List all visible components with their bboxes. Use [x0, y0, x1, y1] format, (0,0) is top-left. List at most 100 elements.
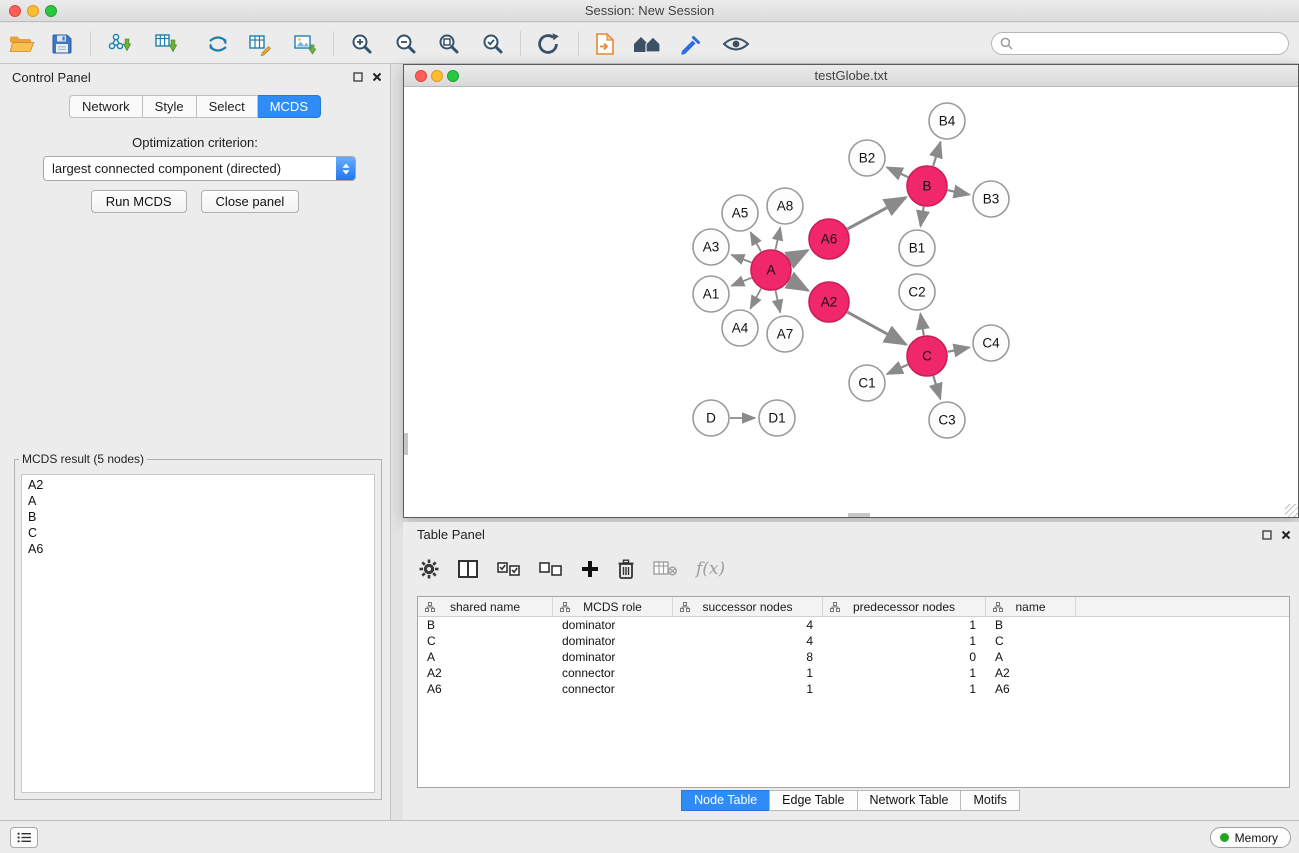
node-D1[interactable]: D1 — [759, 400, 795, 436]
node-C2[interactable]: C2 — [899, 274, 935, 310]
edge-A-A6[interactable] — [790, 250, 808, 260]
tab-network-table[interactable]: Network Table — [857, 790, 962, 811]
layout-presets-icon[interactable] — [630, 27, 664, 61]
show-panels-button[interactable] — [10, 827, 38, 848]
save-session-icon[interactable] — [45, 27, 79, 61]
network-canvas[interactable]: B4 B2 B B3 A8A5 A6 A3 B1 A C2 A1 A2 A4A7 C4 C C1 C3 D D1 — [404, 87, 1298, 517]
column-header-name[interactable]: name — [986, 597, 1076, 616]
node-A5[interactable]: A5 — [722, 195, 758, 231]
column-header-shared-name[interactable]: shared name — [418, 597, 553, 616]
node-A2[interactable]: A2 — [809, 282, 849, 322]
tab-mcds[interactable]: MCDS — [258, 95, 321, 118]
node-A3[interactable]: A3 — [693, 229, 729, 265]
memory-button[interactable]: Memory — [1210, 827, 1291, 848]
zoom-selected-icon[interactable] — [476, 27, 510, 61]
edge-A-A2[interactable] — [789, 280, 808, 290]
edge-B-B3[interactable] — [948, 190, 970, 194]
table-settings-icon[interactable] — [419, 559, 439, 579]
run-mcds-button[interactable]: Run MCDS — [91, 190, 187, 213]
result-item[interactable]: B — [22, 509, 374, 525]
edge-A-A1[interactable] — [731, 278, 751, 286]
tab-network[interactable]: Network — [69, 95, 143, 118]
deselect-all-icon[interactable] — [539, 562, 562, 577]
optimization-criterion-select[interactable]: largest connected component (directed) — [43, 156, 356, 181]
edge-B-B1[interactable] — [921, 207, 924, 227]
edit-table-icon[interactable] — [243, 27, 277, 61]
edge-B-B4[interactable] — [933, 142, 940, 166]
column-header-mcds-role[interactable]: MCDS role — [553, 597, 673, 616]
edge-A-A3[interactable] — [732, 255, 752, 263]
zoom-fit-icon[interactable] — [432, 27, 466, 61]
tab-motifs[interactable]: Motifs — [960, 790, 1019, 811]
export-network-icon[interactable] — [588, 27, 622, 61]
tab-style[interactable]: Style — [143, 95, 197, 118]
vertical-scroll-thumb[interactable] — [404, 433, 408, 455]
close-table-panel-icon[interactable] — [1281, 530, 1291, 540]
import-network-icon[interactable] — [103, 27, 137, 61]
node-B1[interactable]: B1 — [899, 230, 935, 266]
edge-B-B2[interactable] — [887, 167, 908, 177]
delete-table-icon[interactable] — [653, 561, 677, 577]
node-B4[interactable]: B4 — [929, 103, 965, 139]
tab-select[interactable]: Select — [197, 95, 258, 118]
float-panel-icon[interactable] — [353, 72, 363, 82]
node-C4[interactable]: C4 — [973, 325, 1009, 361]
tab-edge-table[interactable]: Edge Table — [769, 790, 857, 811]
result-item[interactable]: C — [22, 525, 374, 541]
node-A1[interactable]: A1 — [693, 276, 729, 312]
close-panel-button[interactable]: Close panel — [201, 190, 300, 213]
node-A4[interactable]: A4 — [722, 310, 758, 346]
float-table-panel-icon[interactable] — [1262, 530, 1272, 540]
table-row[interactable]: A2connector11A2 — [418, 665, 1289, 681]
table-row[interactable]: Cdominator41C — [418, 633, 1289, 649]
close-panel-icon[interactable] — [372, 72, 382, 82]
table-row[interactable]: A6connector11A6 — [418, 681, 1289, 697]
import-table-icon[interactable] — [149, 27, 183, 61]
node-C[interactable]: C — [907, 336, 947, 376]
node-A[interactable]: A — [751, 250, 791, 290]
edge-C-C3[interactable] — [933, 376, 940, 399]
annotation-icon[interactable] — [673, 27, 707, 61]
column-layout-icon[interactable] — [458, 560, 478, 578]
tab-node-table[interactable]: Node Table — [681, 790, 770, 811]
node-D[interactable]: D — [693, 400, 729, 436]
table-row[interactable]: Bdominator41B — [418, 617, 1289, 633]
edge-A-A7[interactable] — [776, 291, 781, 313]
edge-A2-C[interactable] — [847, 312, 906, 344]
edge-A-A4[interactable] — [750, 289, 761, 309]
node-B3[interactable]: B3 — [973, 181, 1009, 217]
column-header-predecessor-nodes[interactable]: predecessor nodes — [823, 597, 986, 616]
edge-A-A8[interactable] — [776, 228, 781, 250]
result-item[interactable]: A — [22, 493, 374, 509]
edge-A6-B[interactable] — [848, 197, 906, 229]
table-row[interactable]: Adominator80A — [418, 649, 1289, 665]
node-A7[interactable]: A7 — [767, 316, 803, 352]
node-B2[interactable]: B2 — [849, 140, 885, 176]
search-field[interactable] — [991, 32, 1289, 55]
zoom-in-icon[interactable] — [345, 27, 379, 61]
refresh-layout-icon[interactable] — [531, 27, 565, 61]
zoom-out-icon[interactable] — [389, 27, 423, 61]
edge-C-C1[interactable] — [887, 365, 908, 374]
result-item[interactable]: A2 — [22, 477, 374, 493]
node-C1[interactable]: C1 — [849, 365, 885, 401]
node-C3[interactable]: C3 — [929, 402, 965, 438]
show-details-icon[interactable] — [719, 27, 753, 61]
delete-row-icon[interactable] — [618, 559, 634, 579]
search-input[interactable] — [1018, 37, 1288, 51]
open-file-icon[interactable] — [5, 27, 39, 61]
select-all-icon[interactable] — [497, 562, 520, 577]
node-A6[interactable]: A6 — [809, 219, 849, 259]
horizontal-scroll-thumb[interactable] — [848, 513, 870, 517]
network-merge-icon[interactable] — [201, 27, 235, 61]
export-image-icon[interactable] — [288, 27, 322, 61]
edge-C-C2[interactable] — [920, 314, 923, 336]
resize-handle[interactable] — [1285, 504, 1298, 517]
node-A8[interactable]: A8 — [767, 188, 803, 224]
node-B[interactable]: B — [907, 166, 947, 206]
edge-C-C4[interactable] — [948, 347, 970, 351]
add-row-icon[interactable] — [581, 560, 599, 578]
column-header-successor-nodes[interactable]: successor nodes — [673, 597, 823, 616]
edge-A-A5[interactable] — [751, 232, 762, 251]
function-builder-icon[interactable]: f(x) — [696, 559, 725, 579]
